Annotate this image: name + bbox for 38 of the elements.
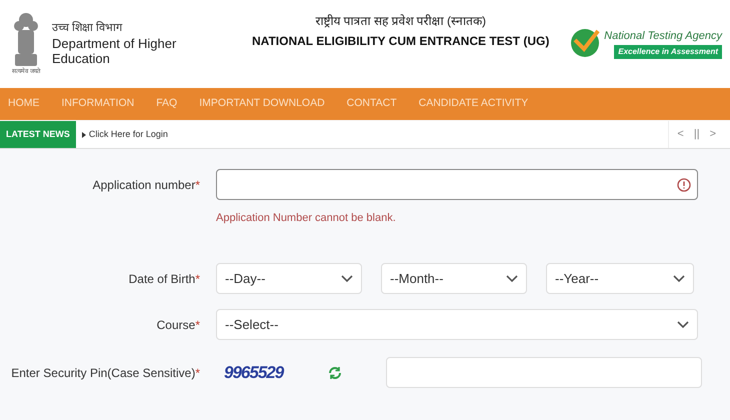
nav-link[interactable]: FAQ	[156, 96, 178, 112]
dropdown[interactable]: --Day--	[216, 263, 362, 294]
exam-title-hindi: राष्ट्रीय पात्रता सह प्रवेश परीक्षा (स्नातक)	[315, 13, 486, 30]
chevron-down-icon	[341, 274, 353, 282]
chevron-down-icon	[506, 274, 518, 282]
agency-name: National Testing Agency	[604, 29, 722, 44]
ticker-control[interactable]: <	[677, 126, 684, 143]
field-label: Course*	[156, 316, 200, 334]
news-label: LATEST NEWS	[0, 121, 76, 148]
department-name: Department of Higher Education	[52, 36, 178, 66]
field-label: Date of Birth*	[128, 270, 200, 288]
chevron-down-icon	[673, 274, 685, 282]
news-link[interactable]: Click Here for Login	[88, 128, 168, 142]
nav-link[interactable]: CANDIDATE ACTIVITY	[418, 96, 528, 112]
agency-tagline: Excellence in Assessment	[614, 44, 722, 58]
captcha-image: 9965529	[224, 362, 285, 384]
refresh-icon[interactable]	[328, 366, 342, 380]
ticker-control[interactable]: ||	[694, 126, 700, 143]
department-hindi: उच्च शिक्षा विभाग	[52, 22, 124, 36]
application-number-field[interactable]	[216, 169, 698, 200]
alert-icon	[677, 178, 691, 192]
nav-link[interactable]: IMPORTANT DOWNLOAD	[199, 96, 325, 112]
chevron-down-icon	[677, 320, 689, 328]
ticker-control[interactable]: >	[710, 126, 716, 143]
field-label: Enter Security Pin(Case Sensitive)*	[11, 364, 200, 382]
emblem-icon	[12, 10, 40, 68]
dropdown[interactable]: --Month--	[381, 263, 527, 294]
exam-title: NATIONAL ELIGIBILITY CUM ENTRANCE TEST (UG)	[252, 33, 550, 50]
dropdown[interactable]: --Select--	[216, 309, 698, 340]
checkmark-logo-icon	[570, 28, 600, 58]
field-label: Application number*	[92, 176, 200, 194]
error-message: Application Number cannot be blank.	[216, 212, 396, 224]
bullet-icon	[82, 132, 86, 138]
dropdown[interactable]: --Year--	[546, 263, 694, 294]
nav-link[interactable]: CONTACT	[346, 96, 397, 112]
nav-link[interactable]: INFORMATION	[62, 96, 134, 112]
nav-link[interactable]: HOME	[8, 96, 40, 112]
security-pin-field[interactable]	[386, 357, 702, 388]
